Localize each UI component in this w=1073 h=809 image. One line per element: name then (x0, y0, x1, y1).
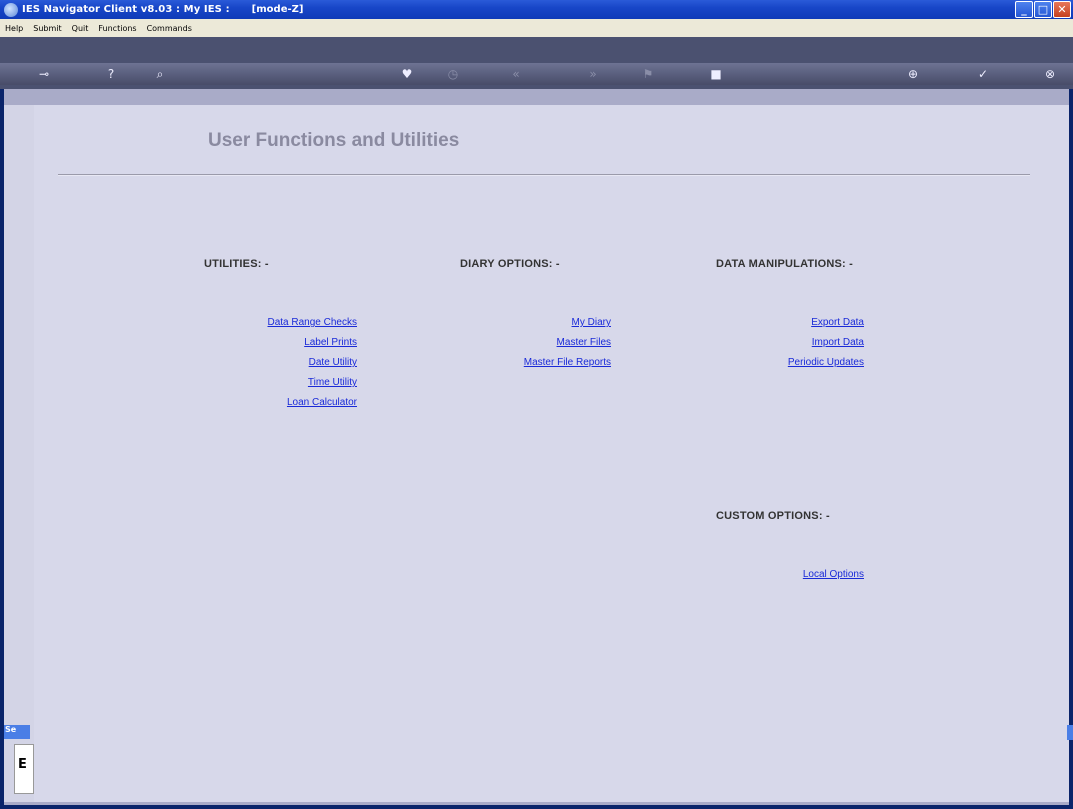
forward-icon[interactable]: » (585, 66, 601, 82)
menu-help[interactable]: Help (0, 24, 28, 33)
menu-submit[interactable]: Submit (28, 24, 66, 33)
side-box-char: E (18, 757, 27, 772)
right-side-tab[interactable] (1067, 725, 1073, 740)
stop-icon[interactable]: ■ (708, 66, 724, 82)
link-date-utility[interactable]: Date Utility (309, 357, 357, 368)
clock-icon[interactable]: ◷ (445, 66, 461, 82)
maximize-button[interactable]: □ (1034, 1, 1052, 18)
key-icon[interactable]: ⊸ (36, 66, 52, 82)
ok-icon[interactable]: ✓ (975, 66, 991, 82)
heart-icon[interactable]: ♥ (399, 66, 415, 82)
link-periodic-updates[interactable]: Periodic Updates (788, 357, 864, 368)
search-icon[interactable]: ⌕ (152, 66, 168, 82)
window-title: IES Navigator Client v8.03 : My IES : (22, 4, 230, 15)
link-loan-calculator[interactable]: Loan Calculator (287, 397, 357, 408)
link-import-data[interactable]: Import Data (812, 337, 864, 348)
link-export-data[interactable]: Export Data (811, 317, 864, 328)
minimize-button[interactable]: _ (1015, 1, 1033, 18)
menu-functions[interactable]: Functions (93, 24, 141, 33)
diary-options-heading: DIARY OPTIONS: - (460, 258, 560, 270)
menu-quit[interactable]: Quit (67, 24, 94, 33)
app-logo-icon (4, 2, 18, 17)
close-button[interactable]: ✕ (1053, 1, 1071, 18)
maximize-icon: □ (1037, 3, 1049, 16)
side-tab[interactable]: Se (4, 725, 30, 739)
menu-bar: Help Submit Quit Functions Commands (0, 19, 1073, 37)
link-master-files[interactable]: Master Files (557, 337, 611, 348)
title-bar[interactable]: IES Navigator Client v8.03 : My IES : [m… (0, 0, 1073, 19)
custom-options-heading: CUSTOM OPTIONS: - (716, 510, 830, 522)
help-icon[interactable]: ? (103, 66, 119, 82)
window-controls: _ □ ✕ (1015, 1, 1071, 18)
link-data-range-checks[interactable]: Data Range Checks (268, 317, 358, 328)
back-icon[interactable]: « (508, 66, 524, 82)
link-label-prints[interactable]: Label Prints (304, 337, 357, 348)
link-my-diary[interactable]: My Diary (572, 317, 611, 328)
data-manipulations-heading: DATA MANIPULATIONS: - (716, 258, 853, 270)
window-mode: [mode-Z] (251, 4, 304, 15)
utilities-heading: UTILITIES: - (204, 258, 269, 270)
minimize-icon: _ (1021, 3, 1027, 16)
flag-icon[interactable]: ⚑ (640, 66, 656, 82)
title-divider (58, 174, 1030, 176)
menu-commands[interactable]: Commands (142, 24, 197, 33)
left-side-panel (4, 105, 34, 802)
close-icon: ✕ (1057, 3, 1067, 16)
main-panel (34, 105, 1069, 802)
page-title: User Functions and Utilities (208, 130, 460, 151)
link-time-utility[interactable]: Time Utility (308, 377, 357, 388)
link-local-options[interactable]: Local Options (803, 569, 864, 580)
add-icon[interactable]: ⊕ (905, 66, 921, 82)
link-master-file-reports[interactable]: Master File Reports (524, 357, 611, 368)
exit-icon[interactable]: ⊗ (1042, 66, 1058, 82)
